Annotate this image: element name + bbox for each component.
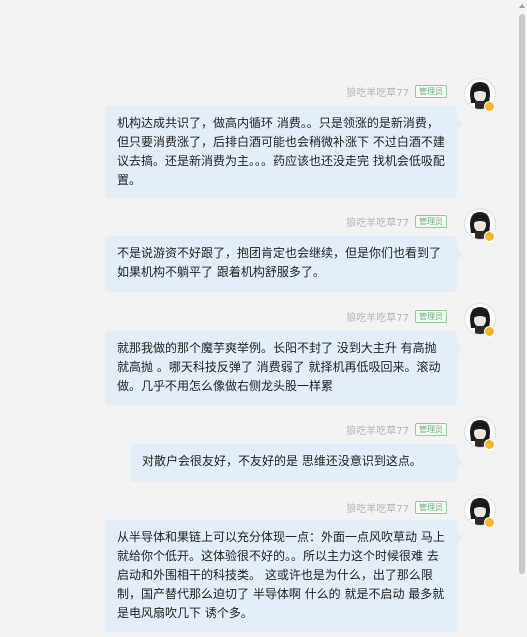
sender-name[interactable]: 狼吃羊吃草77 bbox=[346, 84, 409, 99]
sender-name[interactable]: 狼吃羊吃草77 bbox=[346, 309, 409, 324]
sender-name[interactable]: 狼吃羊吃草77 bbox=[346, 422, 409, 437]
message-bubble: 不是说游资不好跟了，抱团肯定也会继续，但是你们也看到了 如果机构不躺平了 跟着机… bbox=[105, 236, 463, 292]
scrollbar[interactable] bbox=[517, 0, 527, 637]
verified-icon bbox=[484, 231, 495, 242]
message-bubble: 机构达成共识了，做高内循环 消费。。只是领涨的是新消费， 但只要消费涨了，后排白… bbox=[105, 106, 463, 198]
scroll-up-arrow-icon[interactable] bbox=[519, 4, 525, 8]
admin-badge: 管理员 bbox=[415, 84, 447, 98]
verified-icon bbox=[484, 439, 495, 450]
message-meta: 狼吃羊吃草77 管理员 bbox=[346, 213, 447, 229]
admin-badge: 管理员 bbox=[415, 214, 447, 228]
verified-icon bbox=[484, 101, 495, 112]
message-bubble: 从半导体和果链上可以充分体现一点：外面一点风吹草动 马上就给你个低开。这体验很不… bbox=[105, 520, 463, 632]
message-meta: 狼吃羊吃草77 管理员 bbox=[346, 308, 447, 324]
sender-name[interactable]: 狼吃羊吃草77 bbox=[346, 214, 409, 229]
message-meta: 狼吃羊吃草77 管理员 bbox=[346, 421, 447, 437]
verified-icon bbox=[484, 326, 495, 337]
message-bubble: 就那我做的那个魔芋爽举例。长阳不封了 没到大主升 有高抛就高抛 。哪天科技反弹了… bbox=[105, 331, 463, 405]
message-bubble: 对散户会很友好，不友好的是 思维还没意识到这点。 bbox=[130, 444, 463, 482]
scrollbar-thumb[interactable] bbox=[519, 14, 525, 574]
admin-badge: 管理员 bbox=[415, 422, 447, 436]
verified-icon bbox=[484, 517, 495, 528]
message-meta: 狼吃羊吃草77 管理员 bbox=[346, 499, 447, 515]
sender-name[interactable]: 狼吃羊吃草77 bbox=[346, 500, 409, 515]
admin-badge: 管理员 bbox=[415, 500, 447, 514]
message-meta: 狼吃羊吃草77 管理员 bbox=[346, 83, 447, 99]
admin-badge: 管理员 bbox=[415, 309, 447, 323]
